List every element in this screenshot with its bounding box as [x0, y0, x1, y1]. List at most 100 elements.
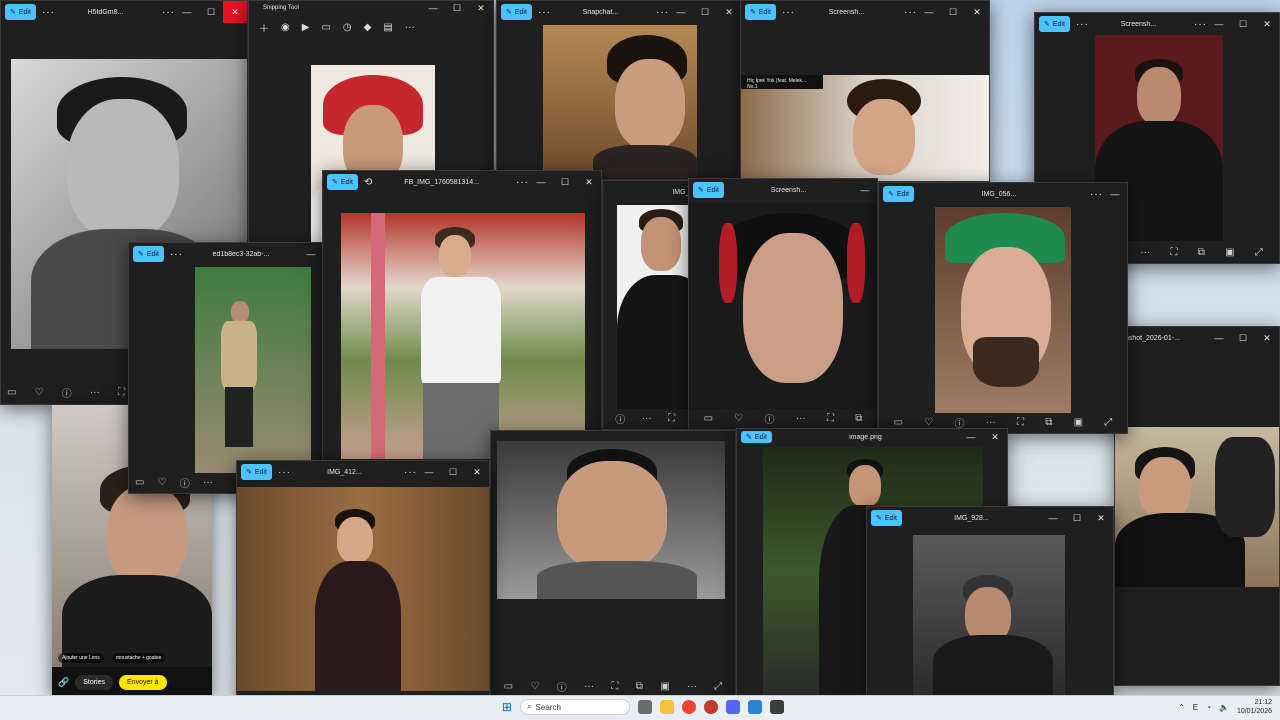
link-icon[interactable]: 🔗: [58, 677, 69, 688]
filmstrip-icon[interactable]: ▭: [7, 387, 16, 398]
photo-window-img-928[interactable]: ✎ Edit IMG_928... — ☐ ✕: [866, 506, 1114, 700]
maximize-button[interactable]: ☐: [1231, 19, 1255, 30]
language-indicator[interactable]: E: [1193, 703, 1198, 712]
close-button[interactable]: ✕: [223, 1, 247, 23]
photo-window-snapchat[interactable]: ✎ Edit ··· Snapchat... ··· — ☐ ✕: [496, 0, 742, 180]
discord-icon[interactable]: [726, 700, 741, 714]
maximize-button[interactable]: ☐: [693, 7, 717, 18]
more-icon[interactable]: ···: [796, 413, 806, 424]
edit-button[interactable]: ✎ Edit: [241, 464, 272, 480]
filmstrip-icon[interactable]: ▭: [704, 413, 713, 424]
title-bar[interactable]: ✎ Edit IMG_928... — ☐ ✕: [867, 507, 1113, 529]
edit-button[interactable]: ✎ Edit: [693, 182, 724, 198]
more-icon[interactable]: ···: [90, 387, 100, 398]
now-playing-chip[interactable]: Hiç İpek Yok (feat. Melek... No.1: [741, 75, 823, 90]
favorite-icon[interactable]: ♡: [158, 477, 167, 488]
close-button[interactable]: ✕: [1255, 333, 1279, 344]
close-button[interactable]: ✕: [1255, 19, 1279, 30]
close-button[interactable]: ✕: [1089, 513, 1113, 524]
slideshow-icon[interactable]: ▣: [660, 681, 669, 692]
edit-button[interactable]: ✎ Edit: [501, 4, 532, 20]
paint-icon[interactable]: ◆: [364, 22, 372, 33]
title-bar[interactable]: ✎ Edit ··· Screensh... ··· — ☐ ✕: [1035, 13, 1279, 35]
filmstrip-icon[interactable]: ▭: [504, 681, 513, 692]
title-bar[interactable]: ✎ Edit ··· IMG_412... ··· — ☐ ✕: [237, 461, 489, 483]
favorite-icon[interactable]: ♡: [35, 387, 44, 398]
info-icon[interactable]: ⓘ: [765, 411, 775, 426]
snipping-icon[interactable]: [770, 700, 785, 714]
photos-icon[interactable]: [748, 700, 763, 714]
more-options-icon[interactable]: ···: [538, 7, 551, 18]
filmstrip-icon[interactable]: ▭: [894, 417, 903, 428]
minimize-button[interactable]: —: [529, 177, 553, 187]
wifi-icon[interactable]: ◔: [1206, 703, 1211, 712]
expand-icon[interactable]: ⤢: [714, 681, 722, 692]
more-options-icon[interactable]: ···: [162, 7, 175, 18]
more-options-icon[interactable]: ···: [782, 7, 795, 18]
minimize-button[interactable]: —: [669, 7, 693, 17]
more-icon[interactable]: ···: [986, 417, 996, 428]
info-icon[interactable]: ⓘ: [62, 385, 72, 400]
close-button[interactable]: ✕: [965, 7, 989, 18]
title-bar[interactable]: nshot_2026-01-... — ☐ ✕: [1115, 327, 1279, 349]
tag-icon[interactable]: ⧉: [1045, 417, 1052, 428]
more-options-icon[interactable]: ···: [404, 467, 417, 478]
minimize-button[interactable]: —: [917, 7, 941, 17]
task-view-icon[interactable]: [638, 700, 653, 714]
maximize-button[interactable]: ☐: [941, 7, 965, 18]
more-options-icon[interactable]: ···: [1194, 19, 1207, 30]
title-bar[interactable]: Snipping Tool — ☐ ✕: [249, 1, 493, 15]
more-options-icon[interactable]: ···: [42, 7, 55, 18]
more-options-icon[interactable]: ···: [1076, 19, 1089, 30]
more-icon[interactable]: ···: [642, 413, 652, 424]
expand-icon[interactable]: ⤢: [1255, 247, 1263, 258]
photo-window-screenshot-2026[interactable]: nshot_2026-01-... — ☐ ✕: [1114, 326, 1280, 686]
more-options-icon[interactable]: ···: [516, 177, 529, 188]
title-bar[interactable]: ✎ Edit ⟲ FB_IMG_1760581314... ··· — ☐ ✕: [323, 171, 601, 193]
minimize-button[interactable]: —: [1207, 19, 1231, 29]
close-button[interactable]: ✕: [983, 432, 1007, 443]
stories-button[interactable]: Stories: [75, 674, 114, 690]
volume-icon[interactable]: 🔈: [1219, 703, 1229, 712]
photo-window-screenshot-headset[interactable]: ✎ Edit Screensh... — ▭ ♡ ⓘ ··· ⛶ ⧉: [688, 178, 878, 430]
maximize-button[interactable]: ☐: [1065, 513, 1089, 524]
edit-button[interactable]: ✎ Edit: [5, 4, 36, 20]
fit-icon[interactable]: ⛶: [668, 413, 675, 424]
title-bar[interactable]: ✎ Edit ··· Snapchat... ··· — ☐ ✕: [497, 1, 741, 23]
clock[interactable]: 21:12 10/01/2026: [1237, 698, 1272, 716]
tag-icon[interactable]: ⧉: [636, 681, 643, 692]
minimize-button[interactable]: —: [417, 467, 441, 477]
chrome-icon[interactable]: [682, 700, 697, 714]
favorite-icon[interactable]: ♡: [924, 417, 933, 428]
new-snip-icon[interactable]: ＋: [259, 20, 269, 35]
photo-window-img-412[interactable]: ✎Edit ··· IMG_412... ··· — ☐ ✕ ▭♡ⓘ···⛶⧉▣…: [236, 460, 490, 716]
search-box[interactable]: ⌕ Search: [520, 699, 631, 715]
tag-icon[interactable]: ⧉: [855, 413, 862, 424]
photo-window-ed1b8ec3[interactable]: ✎ Edit ··· ed1b8ec3-32ab-... — ▭ ♡ ⓘ ···: [128, 242, 324, 494]
minimize-button[interactable]: —: [421, 3, 445, 13]
fit-icon[interactable]: ⛶: [1170, 247, 1177, 258]
close-button[interactable]: ✕: [577, 177, 601, 188]
minimize-button[interactable]: —: [853, 185, 877, 195]
chevron-up-icon[interactable]: ⌃: [1178, 703, 1185, 712]
minimize-button[interactable]: —: [175, 7, 199, 17]
file-explorer-icon[interactable]: [660, 700, 675, 714]
edit-button[interactable]: ✎ Edit: [327, 174, 358, 190]
fit-icon[interactable]: ⛶: [118, 387, 125, 398]
info-icon[interactable]: ⓘ: [615, 411, 625, 426]
photo-window-img-056[interactable]: ✎ Edit IMG_056... ··· — ▭ ♡ ⓘ ··· ⛶ ⧉ ▣ ⤢: [878, 182, 1128, 434]
edit-button[interactable]: ✎ Edit: [883, 186, 914, 202]
favorite-icon[interactable]: ♡: [734, 413, 743, 424]
browser-icon[interactable]: [704, 700, 719, 714]
fit-icon[interactable]: ⛶: [827, 413, 834, 424]
send-button[interactable]: Envoyer à: [119, 674, 167, 690]
more-options-icon[interactable]: ···: [656, 7, 669, 18]
rect-mode-icon[interactable]: ▭: [321, 22, 330, 33]
title-bar[interactable]: ✎ Edit image.png — ✕: [737, 429, 1007, 445]
edit-button[interactable]: ✎ Edit: [745, 4, 776, 20]
maximize-button[interactable]: ☐: [445, 3, 469, 14]
more-options-icon[interactable]: ···: [278, 467, 291, 478]
maximize-button[interactable]: ☐: [199, 7, 223, 18]
lens-chip[interactable]: Ajouter une Lens: [58, 653, 104, 663]
favorite-icon[interactable]: ♡: [530, 681, 539, 692]
